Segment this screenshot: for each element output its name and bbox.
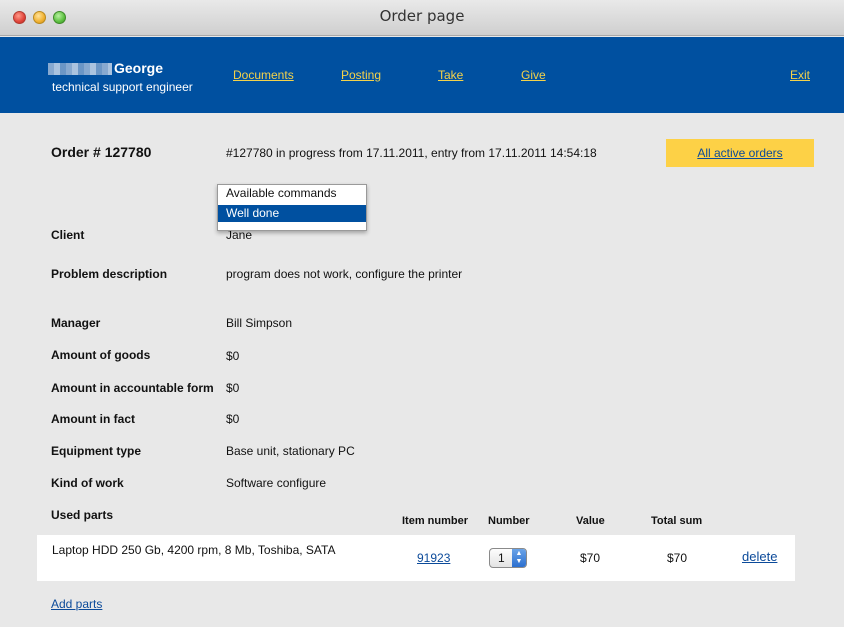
field-value-problem-description: program does not work, configure the pri…: [226, 267, 463, 281]
field-label-equipment-type: Equipment type: [51, 444, 142, 458]
field-label-kind-of-work: Kind of work: [51, 476, 124, 490]
quantity-stepper[interactable]: 1 ▲ ▼: [489, 548, 527, 568]
field-label-amount-accountable: Amount in accountable form: [51, 381, 214, 395]
field-value-amount-accountable: $0: [226, 381, 240, 395]
commands-option-available[interactable]: Available commands: [218, 185, 366, 202]
app-window: Order page George technical support engi…: [0, 0, 844, 627]
quantity-value: 1: [498, 551, 505, 565]
order-title: Order # 127780: [51, 144, 152, 160]
field-label-manager: Manager: [51, 316, 101, 330]
field-label-problem-description: Problem description: [51, 267, 168, 281]
part-value: $70: [580, 551, 601, 565]
nav-give-link[interactable]: Give: [521, 68, 546, 82]
all-active-orders-button[interactable]: All active orders: [666, 139, 814, 167]
field-label-amount-of-goods: Amount of goods: [51, 348, 151, 362]
up-down-arrows-icon[interactable]: ▲ ▼: [512, 549, 526, 567]
field-value-manager: Bill Simpson: [226, 316, 293, 330]
field-value-kind-of-work: Software configure: [226, 476, 327, 490]
nav-take-link[interactable]: Take: [438, 68, 463, 82]
user-role: technical support engineer: [52, 80, 193, 94]
delete-part-link[interactable]: delete: [742, 549, 777, 564]
nav-documents-link[interactable]: Documents: [233, 68, 294, 82]
commands-dropdown[interactable]: Available commands Well done: [217, 184, 367, 231]
column-header-total-sum: Total sum: [651, 515, 703, 527]
item-number-link[interactable]: 91923: [417, 551, 450, 565]
field-value-amount-of-goods: $0: [226, 349, 240, 363]
column-header-item-number: Item number: [402, 515, 469, 527]
user-name: George: [114, 60, 164, 76]
field-label-client: Client: [51, 228, 85, 242]
nav-exit-link[interactable]: Exit: [790, 68, 810, 82]
add-parts-link[interactable]: Add parts: [51, 597, 102, 611]
part-name: Laptop HDD 250 Gb, 4200 rpm, 8 Mb, Toshi…: [52, 543, 336, 557]
field-value-equipment-type: Base unit, stationary PC: [226, 444, 355, 458]
window-title: Order page: [379, 7, 465, 25]
column-header-number: Number: [488, 515, 530, 527]
table-row: Laptop HDD 250 Gb, 4200 rpm, 8 Mb, Toshi…: [37, 535, 795, 581]
part-total-sum: $70: [667, 551, 688, 565]
nav-posting-link[interactable]: Posting: [341, 68, 381, 82]
title-bar: Order page: [0, 0, 844, 36]
commands-option-well-done[interactable]: Well done: [218, 205, 366, 222]
top-header: George technical support engineer Docume…: [0, 37, 844, 113]
redacted-surname: [48, 63, 112, 75]
column-header-value: Value: [576, 515, 605, 527]
field-value-amount-in-fact: $0: [226, 412, 240, 426]
used-parts-label: Used parts: [51, 508, 114, 522]
field-label-amount-in-fact: Amount in fact: [51, 412, 135, 426]
order-status: #127780 in progress from 17.11.2011, ent…: [226, 146, 597, 160]
